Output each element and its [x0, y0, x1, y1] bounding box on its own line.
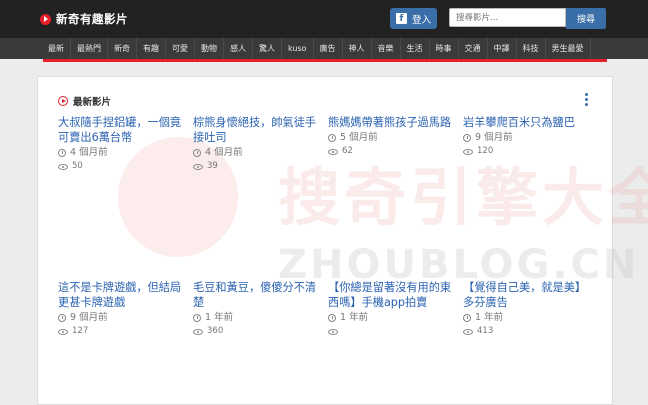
video-title[interactable]: 【你總是留著沒有用的東西嗎】手機app拍賣	[328, 280, 454, 310]
video-views: 39	[193, 160, 319, 173]
video-card[interactable]: 【你總是留著沒有用的東西嗎】手機app拍賣 1 年前	[328, 280, 454, 338]
logo-text: 新奇有趣影片	[56, 12, 128, 26]
eye-icon	[463, 328, 473, 335]
facebook-login-button[interactable]: f 登入	[390, 8, 437, 29]
views-count: 120	[477, 146, 494, 156]
nav-item[interactable]: 科技	[517, 38, 546, 59]
nav-items: 最新 最熱門 新奇 有趣 可愛 動物 感人 驚人 kuso 廣告 神人 音樂 生活 時事 交通 中譯 科技 男生最…	[43, 38, 591, 59]
top-bar: 新奇有趣影片 f 登入 搜尋	[0, 0, 648, 38]
login-label: 登入	[411, 14, 431, 26]
site-logo[interactable]: 新奇有趣影片	[40, 11, 128, 27]
video-views: 127	[58, 325, 184, 338]
nav-item[interactable]: 音樂	[372, 38, 401, 59]
video-views: 120	[463, 145, 589, 158]
time-text: 4 個月前	[70, 147, 108, 158]
video-time: 5 個月前	[328, 131, 454, 144]
video-card[interactable]: 大叔隨手捏鋁罐，一個竟可賣出6萬台幣 4 個月前 50	[58, 115, 184, 173]
video-title[interactable]: 棕熊身懷絕技，帥氣徒手接吐司	[193, 115, 319, 145]
nav-item[interactable]: 最熱門	[71, 38, 108, 59]
eye-icon	[58, 328, 68, 335]
video-time: 9 個月前	[463, 131, 589, 144]
clock-icon	[328, 313, 336, 322]
nav-item[interactable]: 中譯	[488, 38, 517, 59]
category-nav: 最新 最熱門 新奇 有趣 可愛 動物 感人 驚人 kuso 廣告 神人 音樂 生活 時事 交通 中譯 科技 男生最…	[0, 38, 648, 59]
clock-icon	[58, 148, 66, 157]
watermark-text: 搜奇引擎大全	[278, 161, 648, 234]
video-card[interactable]: 岩羊攀爬百米只為鹽巴 9 個月前 120	[463, 115, 589, 158]
views-count: 127	[72, 326, 89, 336]
nav-item[interactable]: 有趣	[137, 38, 166, 59]
time-text: 1 年前	[205, 312, 234, 323]
time-text: 4 個月前	[205, 147, 243, 158]
video-time: 4 個月前	[193, 146, 319, 159]
nav-item[interactable]: 可愛	[166, 38, 195, 59]
nav-item[interactable]: kuso	[282, 38, 314, 59]
nav-item[interactable]: 廣告	[314, 38, 343, 59]
video-views: 62	[328, 145, 454, 158]
video-card[interactable]: 【覺得自己美，就是美】多芬廣告 1 年前 413	[463, 280, 589, 338]
eye-icon	[193, 163, 203, 170]
video-title[interactable]: 這不是卡牌遊戲，但結局更甚卡牌遊戲	[58, 280, 184, 310]
video-views: 413	[463, 325, 589, 338]
clock-icon	[193, 313, 201, 322]
nav-item[interactable]: 時事	[430, 38, 459, 59]
eye-icon	[58, 163, 68, 170]
time-text: 5 個月前	[340, 132, 378, 143]
video-title[interactable]: 岩羊攀爬百米只為鹽巴	[463, 115, 589, 130]
time-text: 9 個月前	[70, 312, 108, 323]
views-count: 39	[207, 161, 218, 171]
search-input[interactable]	[449, 8, 566, 27]
eye-icon	[193, 328, 203, 335]
nav-item[interactable]: 新奇	[108, 38, 137, 59]
views-count: 413	[477, 326, 494, 336]
nav-accent-line	[43, 59, 607, 62]
video-views: 360	[193, 325, 319, 338]
search-button[interactable]: 搜尋	[566, 8, 606, 29]
video-title[interactable]: 熊媽媽帶著熊孩子過馬路	[328, 115, 454, 130]
video-card[interactable]: 棕熊身懷絕技，帥氣徒手接吐司 4 個月前 39	[193, 115, 319, 173]
nav-item[interactable]: 交通	[459, 38, 488, 59]
clock-icon	[463, 313, 471, 322]
section-title: 最新影片	[73, 97, 112, 108]
time-text: 1 年前	[340, 312, 369, 323]
views-count: 50	[72, 161, 83, 171]
video-views	[328, 325, 454, 338]
nav-item[interactable]: 生活	[401, 38, 430, 59]
video-title[interactable]: 毛豆和黃豆，傻傻分不清楚	[193, 280, 319, 310]
video-title[interactable]: 大叔隨手捏鋁罐，一個竟可賣出6萬台幣	[58, 115, 184, 145]
video-time: 4 個月前	[58, 146, 184, 159]
time-text: 9 個月前	[475, 132, 513, 143]
video-card[interactable]: 這不是卡牌遊戲，但結局更甚卡牌遊戲 9 個月前 127	[58, 280, 184, 338]
more-options-icon[interactable]	[585, 93, 589, 107]
views-count: 62	[342, 146, 353, 156]
video-card[interactable]: 毛豆和黃豆，傻傻分不清楚 1 年前 360	[193, 280, 319, 338]
play-logo-icon	[40, 13, 51, 25]
video-time: 1 年前	[328, 311, 454, 324]
time-text: 1 年前	[475, 312, 504, 323]
clock-icon	[193, 148, 201, 157]
video-time: 9 個月前	[58, 311, 184, 324]
video-views: 50	[58, 160, 184, 173]
clock-icon	[463, 133, 471, 142]
video-time: 1 年前	[193, 311, 319, 324]
clock-icon	[328, 133, 336, 142]
nav-item[interactable]: 驚人	[253, 38, 282, 59]
play-circle-icon	[58, 96, 68, 106]
nav-item[interactable]: 動物	[195, 38, 224, 59]
nav-item[interactable]: 感人	[224, 38, 253, 59]
video-title[interactable]: 【覺得自己美，就是美】多芬廣告	[463, 280, 589, 310]
video-time: 1 年前	[463, 311, 589, 324]
nav-item[interactable]: 神人	[343, 38, 372, 59]
latest-videos-panel: 搜奇引擎大全 ZHOUBLOG.CN 最新影片 大叔隨手捏鋁罐，一個竟可賣出6萬…	[37, 76, 648, 405]
eye-icon	[328, 328, 338, 335]
nav-item[interactable]: 最新	[43, 38, 71, 59]
facebook-icon: f	[395, 13, 407, 24]
eye-icon	[463, 148, 473, 155]
eye-icon	[328, 148, 338, 155]
clock-icon	[58, 313, 66, 322]
section-header: 最新影片	[58, 94, 111, 108]
video-card[interactable]: 熊媽媽帶著熊孩子過馬路 5 個月前 62	[328, 115, 454, 158]
nav-item[interactable]: 男生最愛	[546, 38, 591, 59]
views-count: 360	[207, 326, 224, 336]
